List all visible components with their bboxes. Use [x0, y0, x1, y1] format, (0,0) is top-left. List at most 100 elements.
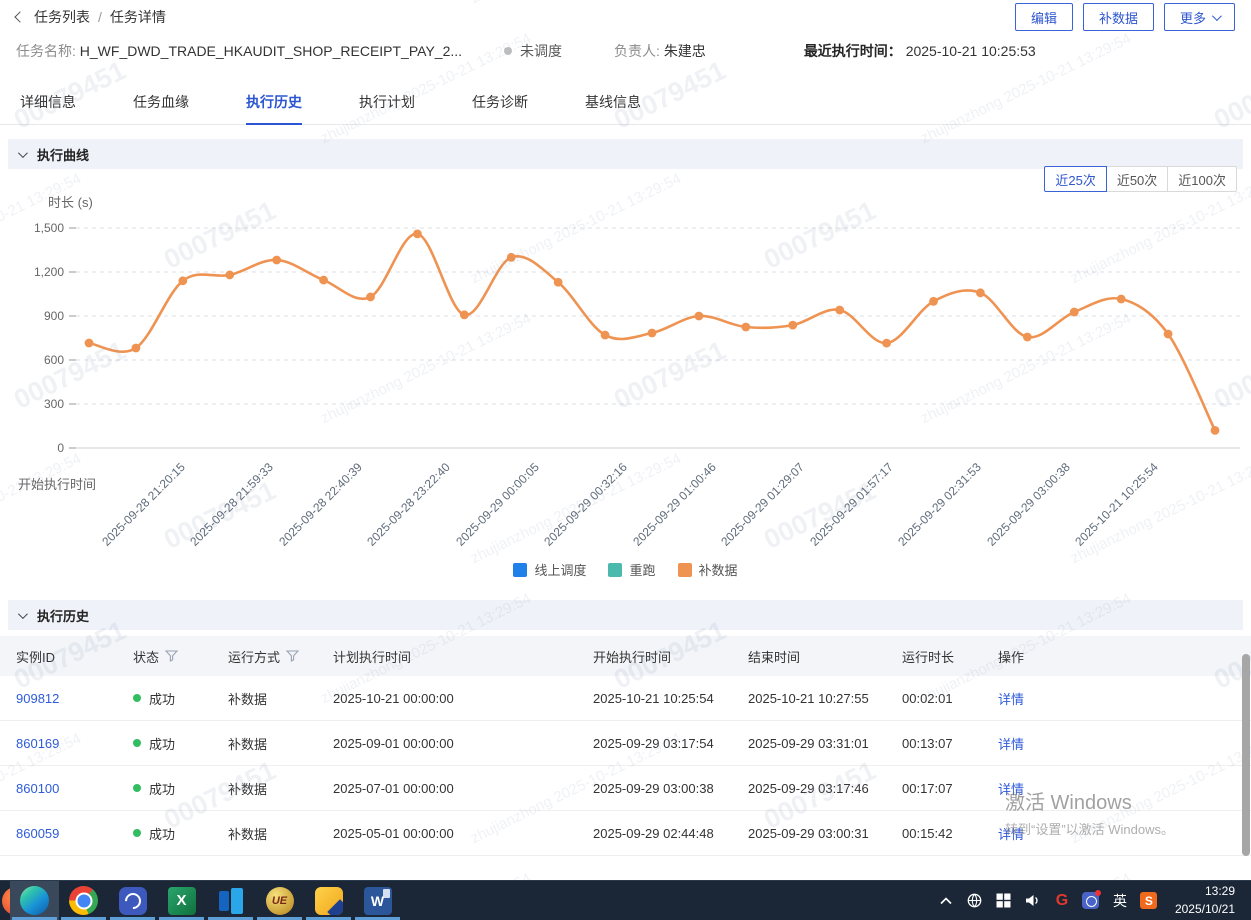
instance-id-link[interactable]: 860169 — [16, 736, 59, 751]
data-point[interactable] — [788, 321, 797, 330]
taskbar-app-blue-h-app[interactable] — [206, 881, 255, 920]
detail-link[interactable]: 详情 — [998, 692, 1024, 707]
app-window: zhujianzhong 2025-10-21 13:29:5400079451… — [0, 0, 1251, 920]
y-tick-label: 0 — [18, 441, 64, 455]
table-row: 860169成功补数据2025-09-01 00:00:002025-09-29… — [0, 721, 1251, 766]
data-point[interactable] — [929, 297, 938, 306]
data-point[interactable] — [132, 344, 141, 353]
filter-icon[interactable] — [286, 650, 299, 662]
x-tick-label: 2025-09-29 01:57:17 — [807, 460, 896, 549]
tab-执行历史[interactable]: 执行历史 — [246, 84, 302, 124]
data-point[interactable] — [601, 331, 610, 340]
data-point[interactable] — [695, 312, 704, 321]
data-point[interactable] — [507, 253, 516, 262]
data-point[interactable] — [1023, 333, 1032, 342]
run-type-cell: 补数据 — [228, 824, 333, 843]
legend-item-补数据[interactable]: 补数据 — [678, 560, 738, 579]
edit-button[interactable]: 编辑 — [1015, 3, 1073, 31]
volume-icon[interactable] — [1022, 881, 1044, 920]
data-point[interactable] — [85, 339, 94, 348]
data-point[interactable] — [835, 306, 844, 315]
data-point[interactable] — [741, 323, 750, 332]
backfill-button[interactable]: 补数据 — [1083, 3, 1154, 31]
data-point[interactable] — [272, 256, 281, 265]
data-point[interactable] — [178, 276, 187, 285]
range-button-近25次[interactable]: 近25次 — [1044, 166, 1106, 192]
table-body: 909812成功补数据2025-10-21 00:00:002025-10-21… — [0, 676, 1251, 856]
instance-id-link[interactable]: 860100 — [16, 781, 59, 796]
instance-id-link[interactable]: 909812 — [16, 691, 59, 706]
breadcrumb-task-list[interactable]: 任务列表 — [34, 7, 90, 27]
detail-link[interactable]: 详情 — [998, 827, 1024, 842]
data-point[interactable] — [1070, 308, 1079, 317]
network-icon[interactable] — [964, 881, 986, 920]
taskbar-app-edge[interactable] — [10, 881, 59, 920]
success-dot-icon — [133, 739, 141, 747]
taskbar-app-excel[interactable]: X — [157, 881, 206, 920]
end-time-cell: 2025-09-29 03:00:31 — [748, 826, 902, 841]
tab-基线信息[interactable]: 基线信息 — [585, 84, 641, 124]
table-row: 860100成功补数据2025-07-01 00:00:002025-09-29… — [0, 766, 1251, 811]
data-point[interactable] — [366, 293, 375, 302]
tray-expand-chevron-icon[interactable] — [935, 881, 957, 920]
word-icon: W — [364, 887, 392, 915]
range-button-近100次[interactable]: 近100次 — [1167, 166, 1237, 192]
clipped-app-icon[interactable] — [0, 881, 10, 920]
taskbar-app-word[interactable]: W — [353, 881, 402, 920]
data-point[interactable] — [976, 288, 985, 297]
tab-任务血缘[interactable]: 任务血缘 — [133, 84, 189, 124]
task-info-row: 任务名称: H_WF_DWD_TRADE_HKAUDIT_SHOP_RECEIP… — [0, 34, 1251, 62]
collapse-chevron-icon — [18, 148, 28, 158]
tab-详细信息[interactable]: 详细信息 — [20, 84, 76, 124]
data-point[interactable] — [460, 310, 469, 319]
more-button[interactable]: 更多 — [1164, 3, 1235, 31]
legend-item-重跑[interactable]: 重跑 — [608, 560, 655, 579]
taskbar-clock[interactable]: 13:29 2025/10/21 — [1167, 883, 1241, 918]
back-icon[interactable] — [14, 11, 25, 22]
tab-执行计划[interactable]: 执行计划 — [359, 84, 415, 124]
task-name-label: 任务名称: — [16, 41, 76, 61]
taskbar-app-chrome[interactable] — [59, 881, 108, 920]
taskbar-app-yellow-arrow-app[interactable] — [304, 881, 353, 920]
chat-badge-app-icon[interactable] — [1080, 881, 1102, 920]
data-point[interactable] — [1117, 295, 1126, 304]
taskbar-app-chat-app[interactable] — [108, 881, 157, 920]
column-header-实例ID: 实例ID — [16, 647, 133, 666]
last-run-label: 最近执行时间： — [804, 43, 902, 59]
data-point[interactable] — [413, 229, 422, 238]
tab-任务诊断[interactable]: 任务诊断 — [472, 84, 528, 124]
start-time-cell: 2025-09-29 03:17:54 — [593, 736, 748, 751]
status-cell: 成功 — [133, 734, 228, 753]
legend-item-线上调度[interactable]: 线上调度 — [513, 560, 586, 579]
data-point[interactable] — [319, 276, 328, 285]
data-point[interactable] — [648, 329, 657, 338]
status-cell: 成功 — [133, 779, 228, 798]
edge-icon — [20, 886, 49, 915]
detail-link[interactable]: 详情 — [998, 782, 1024, 797]
filter-icon[interactable] — [165, 650, 178, 662]
success-dot-icon — [133, 694, 141, 702]
clock-date: 2025/10/21 — [1175, 901, 1235, 918]
data-point[interactable] — [1164, 330, 1173, 339]
data-point[interactable] — [554, 278, 563, 287]
run-type-cell: 补数据 — [228, 779, 333, 798]
s-app-icon[interactable]: S — [1138, 881, 1160, 920]
y-tick-label: 900 — [18, 309, 64, 323]
section-execution-history[interactable]: 执行历史 — [8, 600, 1243, 630]
taskbar-app-ultraedit[interactable]: UE — [255, 881, 304, 920]
last-run-value: 2025-10-21 10:25:53 — [906, 43, 1036, 59]
data-point[interactable] — [1211, 426, 1220, 435]
g-app-icon[interactable]: G — [1051, 881, 1073, 920]
data-point[interactable] — [882, 339, 891, 348]
x-axis-label: 开始执行时间 — [18, 474, 96, 493]
legend-swatch-icon — [513, 563, 527, 577]
range-button-近50次[interactable]: 近50次 — [1106, 166, 1168, 192]
windows-security-icon[interactable] — [993, 881, 1015, 920]
detail-link[interactable]: 详情 — [998, 737, 1024, 752]
vertical-scrollbar-thumb[interactable] — [1242, 654, 1250, 856]
instance-id-link[interactable]: 860059 — [16, 826, 59, 841]
ime-language-indicator[interactable]: 英 — [1109, 881, 1131, 920]
x-tick-label: 2025-09-28 21:59:33 — [188, 460, 277, 549]
data-point[interactable] — [225, 271, 234, 280]
section-title: 执行历史 — [37, 606, 89, 625]
